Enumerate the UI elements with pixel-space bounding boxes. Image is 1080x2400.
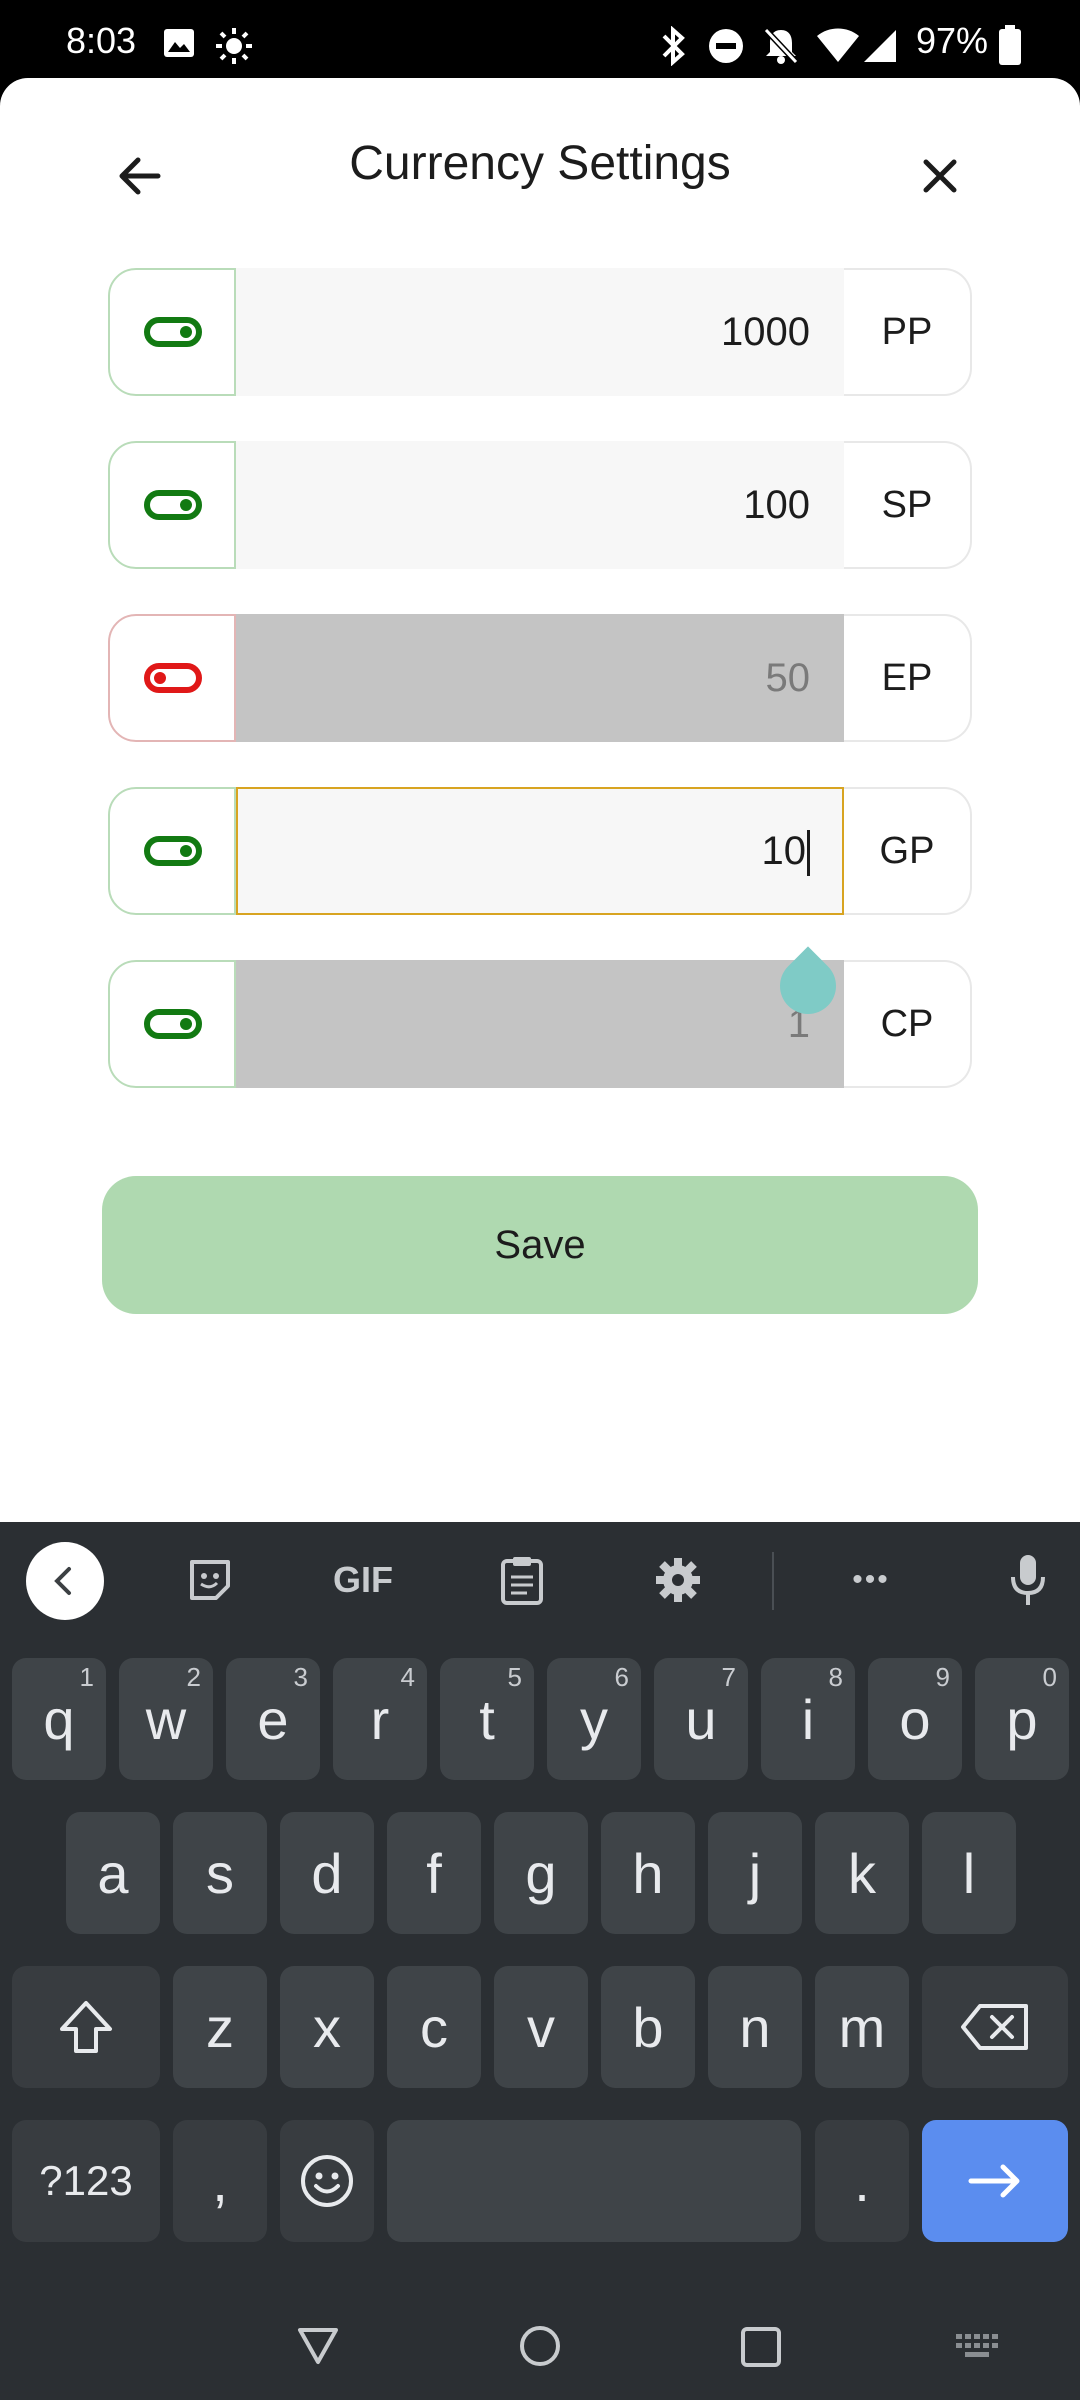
currency-value-input: 1 xyxy=(236,960,844,1088)
microphone-icon xyxy=(1011,1555,1045,1605)
key-m[interactable]: m xyxy=(815,1966,909,2088)
shift-key[interactable] xyxy=(12,1966,160,2088)
sticker-button[interactable] xyxy=(178,1544,242,1616)
key-b[interactable]: b xyxy=(601,1966,695,2088)
sticker-icon xyxy=(190,1560,230,1600)
key-q[interactable]: q1 xyxy=(12,1658,106,1780)
keyboard-collapse-button[interactable] xyxy=(26,1542,104,1620)
bluetooth-icon xyxy=(662,26,685,66)
image-icon xyxy=(164,29,194,57)
enter-key[interactable] xyxy=(922,2120,1068,2242)
currency-value-input[interactable]: 1000 xyxy=(236,268,844,396)
toggle-on-icon xyxy=(144,836,202,866)
emoji-icon xyxy=(301,2155,353,2207)
key-r[interactable]: r4 xyxy=(333,1658,427,1780)
key-j[interactable]: j xyxy=(708,1812,802,1934)
symbols-key[interactable]: ?123 xyxy=(12,2120,160,2242)
toolbar-divider xyxy=(772,1552,774,1610)
toggle-on-icon xyxy=(144,1009,202,1039)
brightness-icon xyxy=(216,28,252,64)
key-c[interactable]: c xyxy=(387,1966,481,2088)
keyboard-switch-icon[interactable] xyxy=(956,2334,1000,2362)
emoji-key[interactable] xyxy=(280,2120,374,2242)
keyboard-settings-button[interactable] xyxy=(646,1544,710,1616)
key-x[interactable]: x xyxy=(280,1966,374,2088)
currency-unit-label: SP xyxy=(844,441,972,569)
cellular-icon xyxy=(864,30,896,62)
key-w[interactable]: w2 xyxy=(119,1658,213,1780)
space-key[interactable] xyxy=(387,2120,801,2242)
toggle-button[interactable] xyxy=(108,614,236,742)
currency-unit-label: GP xyxy=(844,787,972,915)
nav-recents-icon[interactable] xyxy=(740,2326,782,2368)
toggle-button[interactable] xyxy=(108,787,236,915)
key-v[interactable]: v xyxy=(494,1966,588,2088)
key-g[interactable]: g xyxy=(494,1812,588,1934)
key-l[interactable]: l xyxy=(922,1812,1016,1934)
text-cursor xyxy=(807,830,810,877)
status-time: 8:03 xyxy=(66,20,137,61)
key-i[interactable]: i8 xyxy=(761,1658,855,1780)
currency-row-cp: 1 CP xyxy=(108,960,972,1088)
battery-percent: 97% xyxy=(916,20,989,61)
keyboard-toolbar: GIF ••• xyxy=(0,1522,1080,1640)
nav-back-icon[interactable] xyxy=(296,2326,340,2366)
key-p[interactable]: p0 xyxy=(975,1658,1069,1780)
close-icon xyxy=(923,159,957,193)
soft-keyboard: GIF ••• q1 w2 e3 r4 t 5 y 6 u 7 i 8 o 9 … xyxy=(0,1522,1080,2400)
comma-key[interactable]: , xyxy=(173,2120,267,2242)
currency-row-sp: 100 SP xyxy=(108,441,972,569)
status-bar: 8:03 97% xyxy=(0,0,1080,78)
backspace-icon xyxy=(961,2004,1028,2050)
currency-row-gp: 10 GP xyxy=(108,787,972,915)
key-f[interactable]: f xyxy=(387,1812,481,1934)
key-e[interactable]: e3 xyxy=(226,1658,320,1780)
currency-row-ep: 50 EP xyxy=(108,614,972,742)
shift-icon xyxy=(60,2001,112,2053)
currency-value-input-focused[interactable]: 10 xyxy=(236,787,844,915)
toggle-on-icon xyxy=(144,317,202,347)
key-n[interactable]: n xyxy=(708,1966,802,2088)
settings-icon xyxy=(656,1558,700,1602)
toggle-button[interactable] xyxy=(108,960,236,1088)
clipboard-button[interactable] xyxy=(490,1544,554,1616)
currency-unit-label: PP xyxy=(844,268,972,396)
key-u[interactable]: u7 xyxy=(654,1658,748,1780)
toggle-button[interactable] xyxy=(108,268,236,396)
period-key[interactable]: . xyxy=(815,2120,909,2242)
close-button[interactable] xyxy=(900,136,980,216)
key-z[interactable]: z xyxy=(173,1966,267,2088)
currency-unit-label: EP xyxy=(844,614,972,742)
bell-off-icon xyxy=(763,27,799,65)
toggle-on-icon xyxy=(144,490,202,520)
more-options-button[interactable]: ••• xyxy=(836,1544,906,1616)
wifi-icon xyxy=(817,28,859,62)
backspace-key[interactable] xyxy=(922,1966,1068,2088)
key-h[interactable]: h xyxy=(601,1812,695,1934)
save-button[interactable]: Save xyxy=(102,1176,978,1314)
nav-home-icon[interactable] xyxy=(518,2324,562,2368)
chevron-left-icon xyxy=(54,1567,71,1595)
battery-icon xyxy=(999,25,1021,65)
key-t[interactable]: t5 xyxy=(440,1658,534,1780)
key-k[interactable]: k xyxy=(815,1812,909,1934)
key-y[interactable]: y6 xyxy=(547,1658,641,1780)
voice-input-button[interactable] xyxy=(1000,1544,1056,1616)
toggle-off-icon xyxy=(144,663,202,693)
gif-button[interactable]: GIF xyxy=(318,1544,408,1616)
currency-settings-sheet: Currency Settings 1000 PP 100 SP 50 EP 1… xyxy=(0,78,1080,1523)
input-text: 10 xyxy=(761,829,807,873)
currency-unit-label: CP xyxy=(844,960,972,1088)
key-a[interactable]: a xyxy=(66,1812,160,1934)
currency-row-pp: 1000 PP xyxy=(108,268,972,396)
toggle-button[interactable] xyxy=(108,441,236,569)
key-d[interactable]: d xyxy=(280,1812,374,1934)
dnd-icon xyxy=(709,29,743,63)
key-o[interactable]: o9 xyxy=(868,1658,962,1780)
arrow-right-icon xyxy=(968,2164,1020,2198)
currency-value-input[interactable]: 100 xyxy=(236,441,844,569)
key-s[interactable]: s xyxy=(173,1812,267,1934)
currency-value-input: 50 xyxy=(236,614,844,742)
clipboard-icon xyxy=(501,1557,543,1605)
